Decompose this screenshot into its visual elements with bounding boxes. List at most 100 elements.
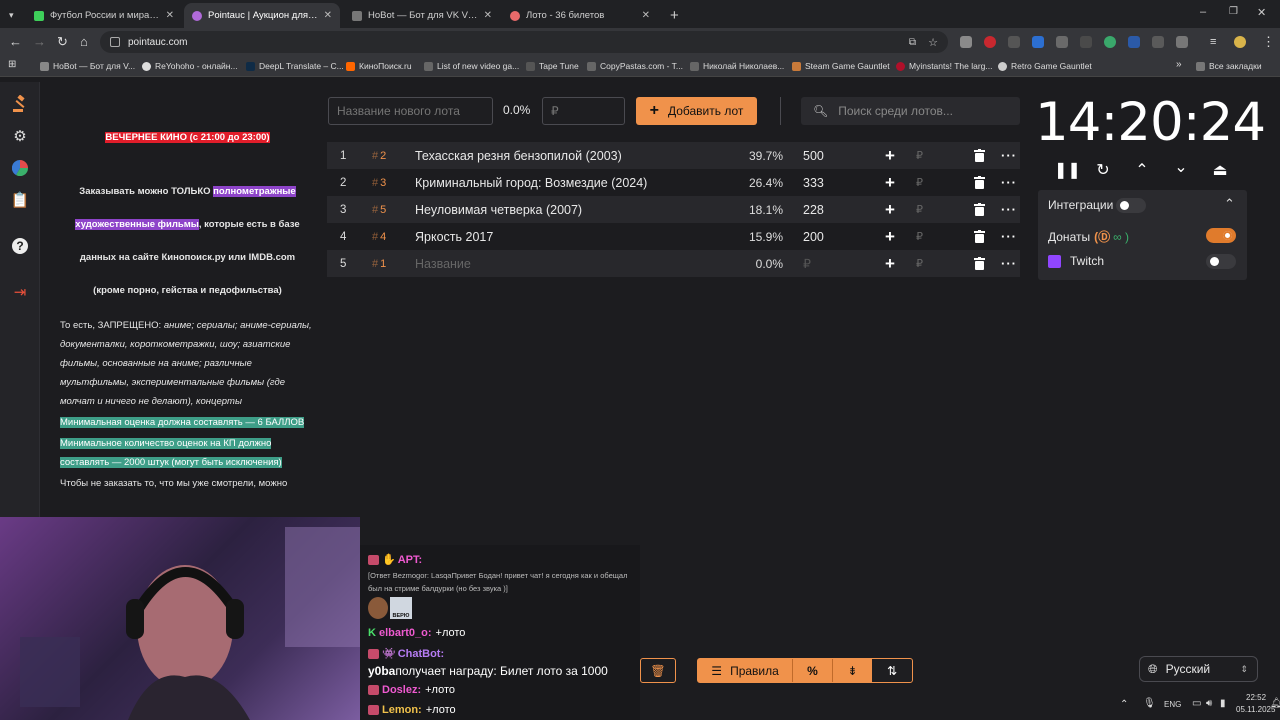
all-bookmarks[interactable]: Все закладки bbox=[1196, 61, 1262, 71]
gavel-icon[interactable] bbox=[10, 94, 30, 114]
wheel-chart-icon[interactable] bbox=[10, 158, 30, 178]
extension-icon[interactable] bbox=[960, 36, 972, 48]
rules-button[interactable]: ☰ Правила bbox=[698, 659, 793, 682]
bookmark-item[interactable]: КиноПоиск.ru bbox=[346, 61, 412, 71]
chevron-up-icon[interactable]: ⌃ bbox=[1132, 160, 1152, 180]
profile-avatar[interactable] bbox=[1234, 36, 1246, 48]
tab-football[interactable]: Футбол России и мира 2025 ... ✕ bbox=[26, 3, 182, 28]
settings-gear-icon[interactable]: ⚙ bbox=[10, 126, 30, 146]
bookmark-item[interactable]: CopyPastas.com - T... bbox=[587, 61, 683, 71]
site-info-icon[interactable] bbox=[110, 37, 120, 47]
delete-icon[interactable] bbox=[974, 176, 985, 189]
more-options-icon[interactable]: ··· bbox=[1001, 148, 1017, 163]
language-select[interactable]: 🌐︎ Русский ⇕ bbox=[1139, 656, 1258, 682]
lot-currency-input[interactable]: ₽ bbox=[916, 149, 923, 162]
extension-icon[interactable] bbox=[1128, 36, 1140, 48]
bookmark-item[interactable]: Николай Николаев... bbox=[690, 61, 784, 71]
apps-grid-icon[interactable]: ⊞ bbox=[8, 59, 16, 70]
bookmark-item[interactable]: DeepL Translate – С... bbox=[246, 61, 344, 71]
eject-icon[interactable]: ⏏ bbox=[1210, 160, 1230, 180]
add-amount-icon[interactable]: + bbox=[885, 254, 895, 274]
reading-list-icon[interactable]: ≡ bbox=[1210, 34, 1216, 50]
lot-currency-input[interactable]: ₽ bbox=[916, 230, 923, 243]
maximize-icon[interactable]: ❐ bbox=[1229, 6, 1238, 17]
clock-time[interactable]: 22:52 bbox=[1246, 693, 1266, 702]
lot-currency-input[interactable]: ₽ bbox=[916, 176, 923, 189]
add-amount-icon[interactable]: + bbox=[885, 173, 895, 193]
more-options-icon[interactable]: ··· bbox=[1001, 256, 1017, 271]
add-amount-icon[interactable]: + bbox=[885, 146, 895, 166]
lot-name[interactable]: Название bbox=[415, 257, 471, 271]
lot-amount[interactable]: ₽ bbox=[803, 256, 811, 271]
delete-icon[interactable] bbox=[974, 257, 985, 270]
lot-name[interactable]: Техасская резня бензопилой (2003) bbox=[415, 149, 622, 163]
extension-icon[interactable] bbox=[1080, 36, 1092, 48]
clipboard-icon[interactable]: 📋 bbox=[10, 190, 30, 210]
bookmark-item[interactable]: Retro Game Gauntlet bbox=[998, 61, 1092, 71]
pause-icon[interactable]: ❚❚ bbox=[1054, 160, 1081, 180]
extension-icon[interactable] bbox=[1008, 36, 1020, 48]
collapse-chevron-icon[interactable]: ⌃ bbox=[1224, 196, 1235, 212]
lot-name[interactable]: Неуловимая четверка (2007) bbox=[415, 203, 582, 217]
sort-icon[interactable]: ⇅ bbox=[872, 659, 912, 682]
extension-icon[interactable] bbox=[984, 36, 996, 48]
volume-icon[interactable]: 🔊︎ bbox=[1206, 698, 1212, 709]
bookmark-item[interactable]: Myinstants! The larg... bbox=[896, 61, 992, 71]
extension-icon[interactable] bbox=[1104, 36, 1116, 48]
extension-icon[interactable] bbox=[1056, 36, 1068, 48]
bookmark-star-icon[interactable]: ☆ bbox=[928, 36, 938, 49]
translate-icon[interactable]: ⧉ bbox=[909, 37, 916, 48]
tab-loto[interactable]: Лото - 36 билетов ✕ bbox=[502, 3, 658, 28]
new-lot-amount-input[interactable] bbox=[542, 97, 625, 125]
minimize-icon[interactable]: – bbox=[1200, 6, 1206, 18]
chevron-right-icon[interactable]: » bbox=[1176, 59, 1182, 70]
twitch-toggle[interactable] bbox=[1206, 254, 1236, 269]
lot-currency-input[interactable]: ₽ bbox=[916, 203, 923, 216]
notifications-icon[interactable]: 🔔︎ bbox=[1270, 698, 1280, 709]
reload-icon[interactable]: ↻ bbox=[57, 34, 68, 50]
lot-search-input[interactable]: 🔍︎ Поиск среди лотов... bbox=[801, 97, 1020, 125]
lot-name[interactable]: Яркость 2017 bbox=[415, 230, 493, 244]
donations-toggle[interactable] bbox=[1206, 228, 1236, 243]
integrations-toggle[interactable] bbox=[1116, 198, 1146, 213]
clear-lots-icon[interactable]: 🗑︎ bbox=[640, 658, 676, 683]
bookmark-item[interactable]: Steam Game Gauntlet bbox=[792, 61, 890, 71]
extension-icon[interactable] bbox=[1032, 36, 1044, 48]
bookmark-item[interactable]: ReYohoho - онлайн... bbox=[142, 61, 238, 71]
restart-icon[interactable]: ↻ bbox=[1093, 160, 1113, 180]
menu-dots-icon[interactable]: ⋮ bbox=[1262, 34, 1275, 50]
add-lot-button[interactable]: + Добавить лот bbox=[636, 97, 757, 125]
chevron-down-icon[interactable]: ⌄ bbox=[1171, 157, 1191, 177]
input-language[interactable]: ENG bbox=[1164, 700, 1181, 709]
tab-pointauc[interactable]: Pointauc | Аукцион для стрим... ✕ bbox=[184, 3, 340, 28]
extension-icon[interactable] bbox=[1152, 36, 1164, 48]
delete-icon[interactable] bbox=[974, 230, 985, 243]
delete-icon[interactable] bbox=[974, 149, 985, 162]
address-bar[interactable]: pointauc.com ⧉ ☆ bbox=[100, 31, 948, 53]
lot-amount[interactable]: 333 bbox=[803, 176, 824, 190]
back-icon[interactable]: ← bbox=[9, 34, 22, 50]
lot-currency-input[interactable]: ₽ bbox=[916, 257, 923, 270]
lot-amount[interactable]: 500 bbox=[803, 149, 824, 163]
more-options-icon[interactable]: ··· bbox=[1001, 202, 1017, 217]
logout-icon[interactable]: ⇥ bbox=[10, 282, 30, 302]
window-close-icon[interactable]: ✕ bbox=[1257, 6, 1266, 19]
network-icon[interactable]: ▭ bbox=[1192, 698, 1201, 709]
bookmark-item[interactable]: List of new video ga... bbox=[424, 61, 519, 71]
lot-name[interactable]: Криминальный город: Возмездие (2024) bbox=[415, 176, 647, 190]
home-icon[interactable]: ⌂ bbox=[80, 34, 88, 50]
percent-toggle[interactable]: % bbox=[792, 659, 832, 682]
add-amount-icon[interactable]: + bbox=[885, 200, 895, 220]
tab-search-button[interactable]: ▾ bbox=[5, 3, 23, 28]
lot-amount[interactable]: 200 bbox=[803, 230, 824, 244]
bookmark-item[interactable]: HoBot — Бот для V... bbox=[40, 61, 135, 71]
close-icon[interactable]: ✕ bbox=[166, 10, 174, 21]
extensions-puzzle-icon[interactable] bbox=[1176, 36, 1188, 48]
more-options-icon[interactable]: ··· bbox=[1001, 229, 1017, 244]
close-icon[interactable]: ✕ bbox=[642, 10, 650, 21]
close-icon[interactable]: ✕ bbox=[324, 10, 332, 21]
new-lot-name-input[interactable] bbox=[328, 97, 493, 125]
lot-amount[interactable]: 228 bbox=[803, 203, 824, 217]
help-icon[interactable]: ? bbox=[10, 236, 30, 256]
battery-icon[interactable]: ▮ bbox=[1220, 698, 1226, 709]
